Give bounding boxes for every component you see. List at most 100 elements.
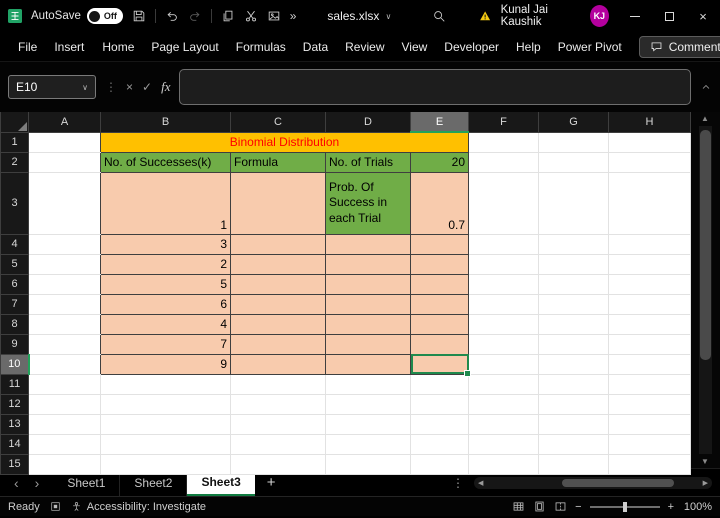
vertical-scroll-thumb[interactable]	[700, 130, 711, 360]
close-button[interactable]: ×	[686, 0, 720, 32]
page-layout-view-icon[interactable]	[533, 500, 546, 513]
scroll-left-icon[interactable]: ◀	[478, 479, 483, 487]
column-header-h[interactable]: H	[609, 112, 691, 132]
cell-b9[interactable]: 7	[101, 334, 231, 354]
cell[interactable]	[326, 414, 411, 434]
cell-b5[interactable]: 2	[101, 254, 231, 274]
cell-h9[interactable]	[609, 334, 691, 354]
cell-c5[interactable]	[231, 254, 326, 274]
select-all-corner[interactable]	[1, 112, 29, 132]
cell-b2[interactable]: No. of Successes(k)	[101, 152, 231, 172]
cell-h4[interactable]	[609, 234, 691, 254]
cell-a10[interactable]	[29, 354, 101, 374]
tab-data[interactable]: Data	[303, 40, 328, 54]
cell[interactable]	[411, 434, 469, 454]
cell[interactable]	[539, 394, 609, 414]
cell-f8[interactable]	[469, 314, 539, 334]
cell-d4[interactable]	[326, 234, 411, 254]
cell-a8[interactable]	[29, 314, 101, 334]
column-header-d[interactable]: D	[326, 112, 411, 132]
insert-function-icon[interactable]: fx	[161, 79, 170, 95]
next-sheet-icon[interactable]: ›	[35, 475, 40, 491]
cell[interactable]	[539, 454, 609, 474]
cell-h1[interactable]	[609, 132, 691, 152]
save-icon[interactable]	[132, 8, 146, 24]
cell-h3[interactable]	[609, 172, 691, 234]
tab-page-layout[interactable]: Page Layout	[151, 40, 218, 54]
cell-c2[interactable]: Formula	[231, 152, 326, 172]
cell-title-b1-e1[interactable]: Binomial Distribution	[101, 132, 469, 152]
prev-sheet-icon[interactable]: ‹	[14, 475, 19, 491]
minimize-button[interactable]	[618, 0, 652, 32]
cell[interactable]	[609, 414, 691, 434]
expand-formula-bar-icon[interactable]	[700, 81, 712, 93]
cell-d3[interactable]: Prob. Of Success in each Trial	[326, 172, 411, 234]
cell[interactable]	[326, 434, 411, 454]
cell-h8[interactable]	[609, 314, 691, 334]
row-header-8[interactable]: 8	[1, 314, 29, 334]
cell-g2[interactable]	[539, 152, 609, 172]
cell-e6[interactable]	[411, 274, 469, 294]
column-header-b[interactable]: B	[101, 112, 231, 132]
cell[interactable]	[326, 454, 411, 474]
maximize-button[interactable]	[652, 0, 686, 32]
cell[interactable]	[326, 374, 411, 394]
cell-a5[interactable]	[29, 254, 101, 274]
cell[interactable]	[101, 394, 231, 414]
cell-e10-selected[interactable]	[411, 354, 469, 374]
cell-f4[interactable]	[469, 234, 539, 254]
row-header-14[interactable]: 14	[1, 434, 29, 454]
cell-h10[interactable]	[609, 354, 691, 374]
cell[interactable]	[101, 414, 231, 434]
scroll-right-icon[interactable]: ▶	[703, 479, 708, 487]
toolbar-overflow-icon[interactable]: »	[290, 9, 297, 23]
cell[interactable]	[29, 394, 101, 414]
cell-f7[interactable]	[469, 294, 539, 314]
cell-h2[interactable]	[609, 152, 691, 172]
cell-f3[interactable]	[469, 172, 539, 234]
cell-f2[interactable]	[469, 152, 539, 172]
cell[interactable]	[411, 454, 469, 474]
tab-file[interactable]: File	[18, 40, 37, 54]
column-header-e-selected[interactable]: E	[411, 112, 469, 132]
cell-g8[interactable]	[539, 314, 609, 334]
row-header-4[interactable]: 4	[1, 234, 29, 254]
zoom-level[interactable]: 100%	[682, 501, 712, 513]
cell-h6[interactable]	[609, 274, 691, 294]
cell-h5[interactable]	[609, 254, 691, 274]
tab-review[interactable]: Review	[345, 40, 384, 54]
page-break-view-icon[interactable]	[554, 500, 567, 513]
zoom-slider-knob[interactable]	[623, 502, 627, 512]
tab-power-pivot[interactable]: Power Pivot	[558, 40, 622, 54]
picture-icon[interactable]	[267, 8, 281, 24]
cell-a2[interactable]	[29, 152, 101, 172]
cell-g7[interactable]	[539, 294, 609, 314]
warning-icon[interactable]	[479, 9, 491, 23]
confirm-entry-icon[interactable]: ✓	[142, 80, 152, 94]
cell-g4[interactable]	[539, 234, 609, 254]
cell-a3[interactable]	[29, 172, 101, 234]
cell-d6[interactable]	[326, 274, 411, 294]
cell[interactable]	[101, 454, 231, 474]
cell[interactable]	[231, 414, 326, 434]
cancel-entry-icon[interactable]: ×	[126, 80, 133, 94]
cell-c6[interactable]	[231, 274, 326, 294]
cell-g3[interactable]	[539, 172, 609, 234]
cell-g6[interactable]	[539, 274, 609, 294]
column-header-g[interactable]: G	[539, 112, 609, 132]
zoom-slider[interactable]	[590, 506, 660, 508]
scroll-up-icon[interactable]: ▲	[701, 114, 709, 123]
autosave-toggle[interactable]: Off	[87, 8, 123, 24]
cell[interactable]	[609, 374, 691, 394]
cell[interactable]	[609, 454, 691, 474]
cell-d2[interactable]: No. of Trials	[326, 152, 411, 172]
cell-c4[interactable]	[231, 234, 326, 254]
cell[interactable]	[326, 394, 411, 414]
cell-a1[interactable]	[29, 132, 101, 152]
search-icon[interactable]	[432, 8, 446, 24]
cell-d7[interactable]	[326, 294, 411, 314]
row-header-5[interactable]: 5	[1, 254, 29, 274]
cell-d9[interactable]	[326, 334, 411, 354]
row-header-6[interactable]: 6	[1, 274, 29, 294]
name-box[interactable]: E10 ∨	[8, 75, 96, 99]
